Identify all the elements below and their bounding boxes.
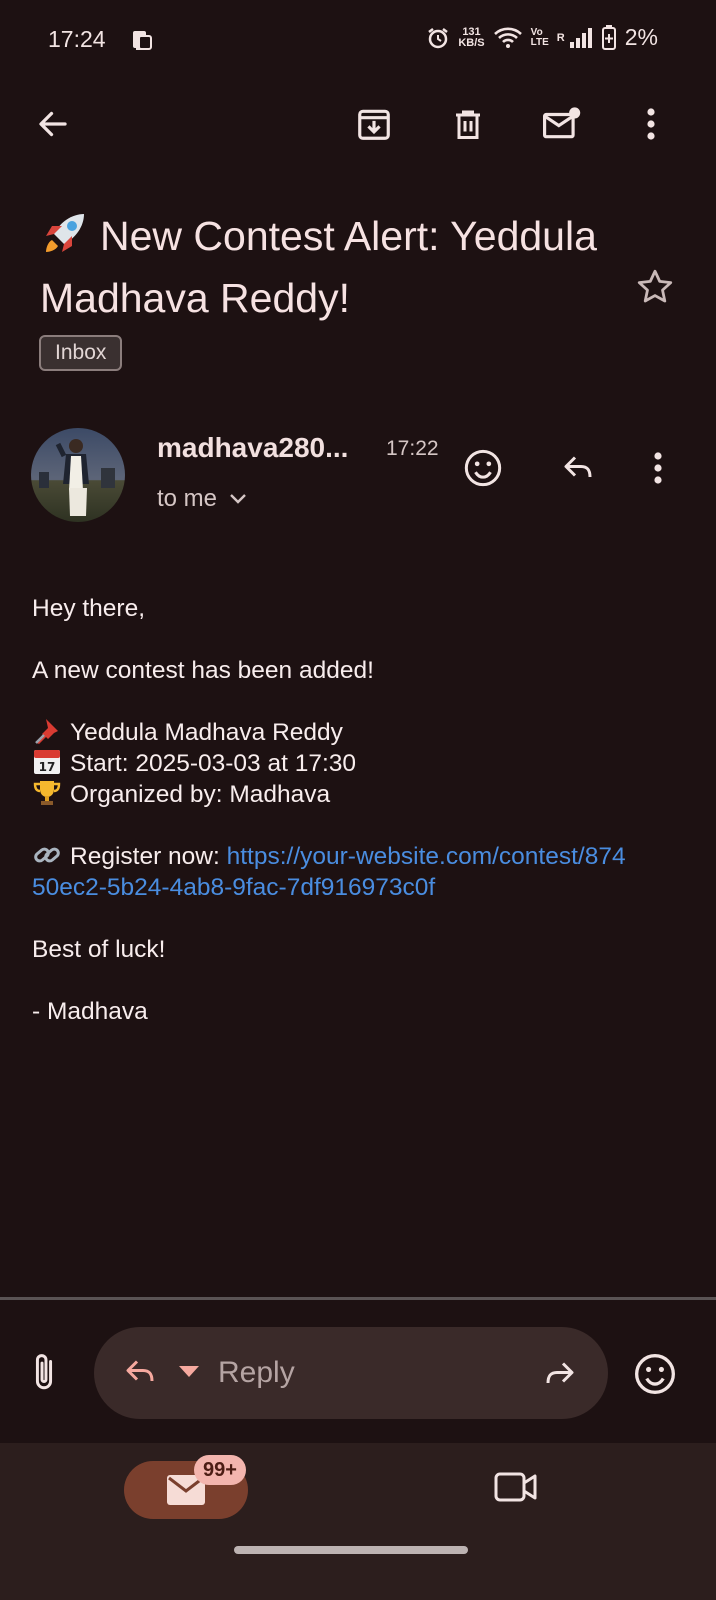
sent-time: 17:22 (386, 437, 439, 460)
signal-icon (569, 27, 593, 49)
status-time: 17:24 (48, 26, 106, 52)
wifi-icon (493, 26, 523, 50)
archive-button[interactable] (346, 96, 402, 152)
body-signature: - Madhava (32, 998, 148, 1025)
delete-button[interactable] (440, 96, 496, 152)
archive-icon (355, 105, 393, 143)
dropdown-arrow-icon (178, 1365, 200, 1379)
volte-bottom: LTE (530, 36, 549, 48)
emoji-icon (463, 448, 503, 488)
subject-text: New Contest Alert: Yeddula Madhava Reddy… (40, 213, 597, 321)
email-body: Hey there, A new contest has been added!… (32, 593, 632, 1027)
reply-placeholder[interactable]: Reply (218, 1356, 295, 1390)
net-speed-value: 131 (462, 25, 481, 38)
reply-button[interactable] (550, 440, 606, 496)
start-line-text: Start: 2025-03-03 at 17:30 (70, 750, 357, 777)
body-organizer-line: Organized by: Madhava (32, 779, 632, 810)
mail-unread-badge: 99+ (194, 1455, 246, 1485)
body-start-line: 17 Start: 2025-03-03 at 17:30 (32, 748, 632, 779)
svg-text:17: 17 (39, 760, 56, 774)
recipient-text: to me (157, 485, 218, 512)
reply-emoji-button[interactable] (633, 1352, 677, 1396)
roaming-indicator: R (556, 31, 565, 44)
star-outline-icon (634, 266, 676, 308)
alarm-icon (426, 26, 450, 50)
organizer-line-text: Organized by: Madhava (70, 781, 331, 808)
more-options-button[interactable] (623, 96, 679, 152)
sender-name[interactable]: madhava280... (157, 432, 348, 464)
battery-level: 2% (624, 24, 658, 50)
body-intro: A new contest has been added! (32, 657, 374, 684)
link-icon (32, 841, 62, 869)
attach-button[interactable] (24, 1350, 64, 1396)
home-indicator[interactable] (234, 1546, 468, 1554)
battery-icon (601, 24, 617, 51)
forward-button[interactable] (540, 1356, 580, 1392)
mark-unread-icon (541, 105, 583, 143)
register-label: Register now: (70, 843, 227, 870)
body-greeting: Hey there, (32, 595, 146, 622)
net-speed-unit: KB/S (458, 36, 485, 49)
status-icons: 131 KB/S Vo LTE R 2% (426, 24, 658, 51)
device-icon (130, 28, 154, 52)
message-more-button[interactable] (630, 440, 686, 496)
rocket-icon (40, 208, 90, 258)
more-vert-icon (646, 106, 656, 142)
star-button[interactable] (634, 266, 676, 308)
email-subject: New Contest Alert: Yeddula Madhava Reddy… (40, 205, 610, 329)
reply-bar-divider (0, 1297, 716, 1300)
emoji-icon (633, 1352, 677, 1396)
forward-icon (540, 1356, 580, 1392)
back-button[interactable] (25, 96, 81, 152)
reply-icon (558, 450, 598, 486)
net-speed: 131 KB/S (458, 25, 485, 49)
mark-unread-button[interactable] (534, 96, 590, 152)
calendar-icon: 17 (32, 748, 62, 776)
delete-icon (450, 105, 486, 143)
reply-icon (120, 1354, 160, 1390)
paperclip-icon (24, 1350, 64, 1396)
volte-indicator: Vo LTE (530, 26, 549, 48)
inbox-label-chip[interactable]: Inbox (39, 335, 123, 371)
title-line-text: Yeddula Madhava Reddy (70, 719, 343, 746)
more-vert-icon (653, 450, 663, 486)
volte-top: Vo (530, 26, 543, 38)
chevron-down-icon (229, 493, 247, 505)
add-reaction-button[interactable] (455, 440, 511, 496)
recipient-details-toggle[interactable]: to me (157, 485, 247, 513)
body-register-line: Register now: https://your-website.com/c… (32, 841, 632, 903)
sender-avatar[interactable] (31, 428, 125, 522)
pushpin-icon (32, 717, 62, 745)
body-title-line: Yeddula Madhava Reddy (32, 717, 632, 748)
bottom-navigation (0, 1443, 716, 1600)
nav-meet-tab[interactable] (494, 1470, 538, 1504)
trophy-icon (32, 779, 62, 807)
back-arrow-icon (35, 106, 71, 142)
reply-mode-selector[interactable] (120, 1354, 200, 1390)
body-closing: Best of luck! (32, 936, 166, 963)
video-camera-icon (494, 1470, 538, 1504)
